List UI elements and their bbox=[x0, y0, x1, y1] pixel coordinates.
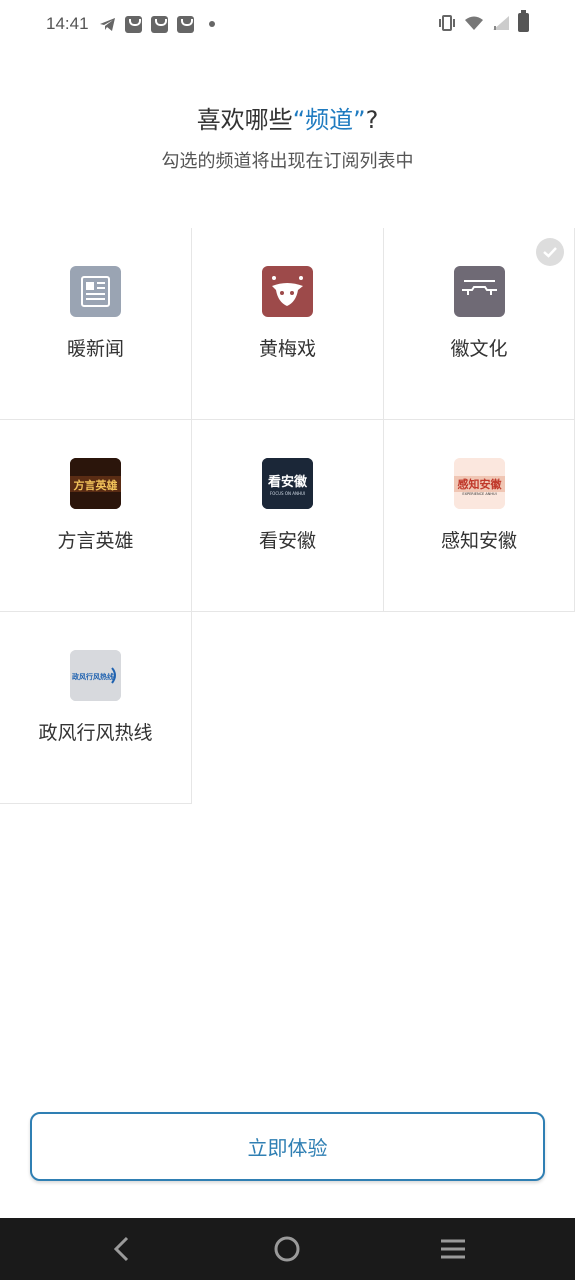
channel-label: 感知安徽 bbox=[440, 530, 517, 552]
title-suffix: ? bbox=[365, 106, 379, 134]
telegram-icon bbox=[99, 17, 115, 31]
ganzhi-anhui-logo: 感知安徽 EXPERIENCE ANHUI bbox=[454, 458, 505, 509]
shopping-bag-icon bbox=[176, 15, 194, 33]
dialect-hero-logo: 方言英雄 bbox=[70, 458, 121, 509]
svg-text:FOCUS ON ANHUI: FOCUS ON ANHUI bbox=[270, 491, 305, 496]
status-bar: 14:41 bbox=[0, 0, 575, 48]
check-icon[interactable] bbox=[536, 238, 564, 266]
page-subtitle: 勾选的频道将出现在订阅列表中 bbox=[161, 151, 414, 172]
channel-label: 黄梅戏 bbox=[258, 338, 316, 360]
status-time: 14:41 bbox=[46, 14, 89, 33]
status-right-icons bbox=[438, 10, 529, 32]
vibrate-icon bbox=[439, 14, 455, 31]
menu-icon[interactable] bbox=[433, 1234, 473, 1264]
wifi-icon bbox=[465, 16, 483, 30]
hotline-logo: 政风行风热线 bbox=[70, 650, 121, 701]
channel-item[interactable]: 方言英雄 方言英雄 bbox=[0, 420, 192, 612]
channel-label: 暖新闻 bbox=[66, 338, 124, 360]
home-icon[interactable] bbox=[267, 1234, 307, 1264]
newspaper-icon bbox=[70, 266, 121, 317]
start-experience-button[interactable]: 立即体验 bbox=[30, 1112, 545, 1181]
svg-text:政风行风热线: 政风行风热线 bbox=[72, 672, 114, 681]
channel-label: 政风行风热线 bbox=[38, 722, 153, 744]
channel-item[interactable]: 看安徽 FOCUS ON ANHUI 看安徽 bbox=[192, 420, 384, 612]
architecture-icon bbox=[454, 266, 505, 317]
dot-icon bbox=[208, 21, 215, 27]
battery-icon bbox=[518, 10, 529, 32]
signal-icon bbox=[493, 15, 509, 30]
back-icon[interactable] bbox=[102, 1234, 142, 1264]
channel-label: 徽文化 bbox=[450, 338, 508, 360]
channel-item[interactable]: 徽文化 bbox=[384, 228, 575, 420]
shopping-bag-icon bbox=[124, 15, 142, 33]
svg-text:方言英雄: 方言英雄 bbox=[74, 478, 118, 492]
svg-text:EXPERIENCE ANHUI: EXPERIENCE ANHUI bbox=[462, 492, 496, 496]
opera-mask-icon bbox=[262, 266, 313, 317]
shopping-bag-icon bbox=[150, 15, 168, 33]
title-accent: “频道” bbox=[292, 106, 366, 134]
svg-text:看安徽: 看安徽 bbox=[268, 474, 308, 490]
status-left-icons bbox=[99, 15, 215, 33]
title-prefix: 喜欢哪些 bbox=[196, 106, 293, 134]
page-title: 喜欢哪些“频道”? bbox=[0, 100, 575, 135]
svg-text:感知安徽: 感知安徽 bbox=[458, 477, 503, 491]
channel-item[interactable]: 黄梅戏 bbox=[192, 228, 384, 420]
navigation-bar bbox=[0, 1218, 575, 1280]
channel-item[interactable]: 暖新闻 bbox=[0, 228, 192, 420]
header: 喜欢哪些“频道”? 勾选的频道将出现在订阅列表中 bbox=[0, 100, 575, 173]
channel-item[interactable]: 政风行风热线 政风行风热线 bbox=[0, 612, 192, 804]
channel-item[interactable]: 感知安徽 EXPERIENCE ANHUI 感知安徽 bbox=[384, 420, 575, 612]
channel-label: 方言英雄 bbox=[57, 530, 134, 552]
channel-label: 看安徽 bbox=[258, 530, 316, 552]
kan-anhui-logo: 看安徽 FOCUS ON ANHUI bbox=[262, 458, 313, 509]
